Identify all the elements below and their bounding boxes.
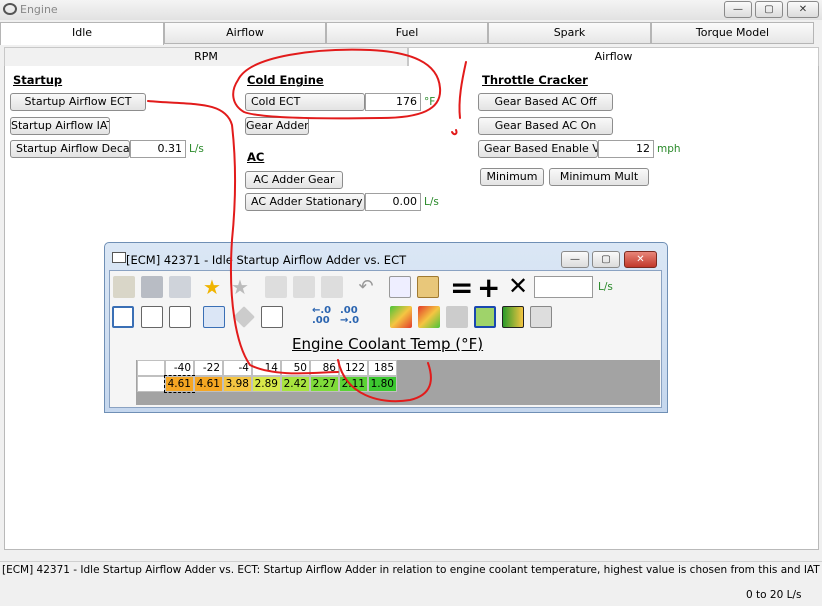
annotation-dash-right	[458, 61, 467, 119]
red-annotation-overlay	[147, 48, 467, 403]
annotation-circle-values	[337, 359, 432, 403]
status-description: [ECM] 42371 - Idle Startup Airflow Adder…	[2, 564, 820, 576]
status-range: 0 to 20 L/s	[746, 589, 802, 601]
annotation-dot	[451, 129, 458, 136]
annotation-circle-cold-ect	[232, 48, 442, 120]
annotation-arrow-line	[147, 100, 339, 375]
